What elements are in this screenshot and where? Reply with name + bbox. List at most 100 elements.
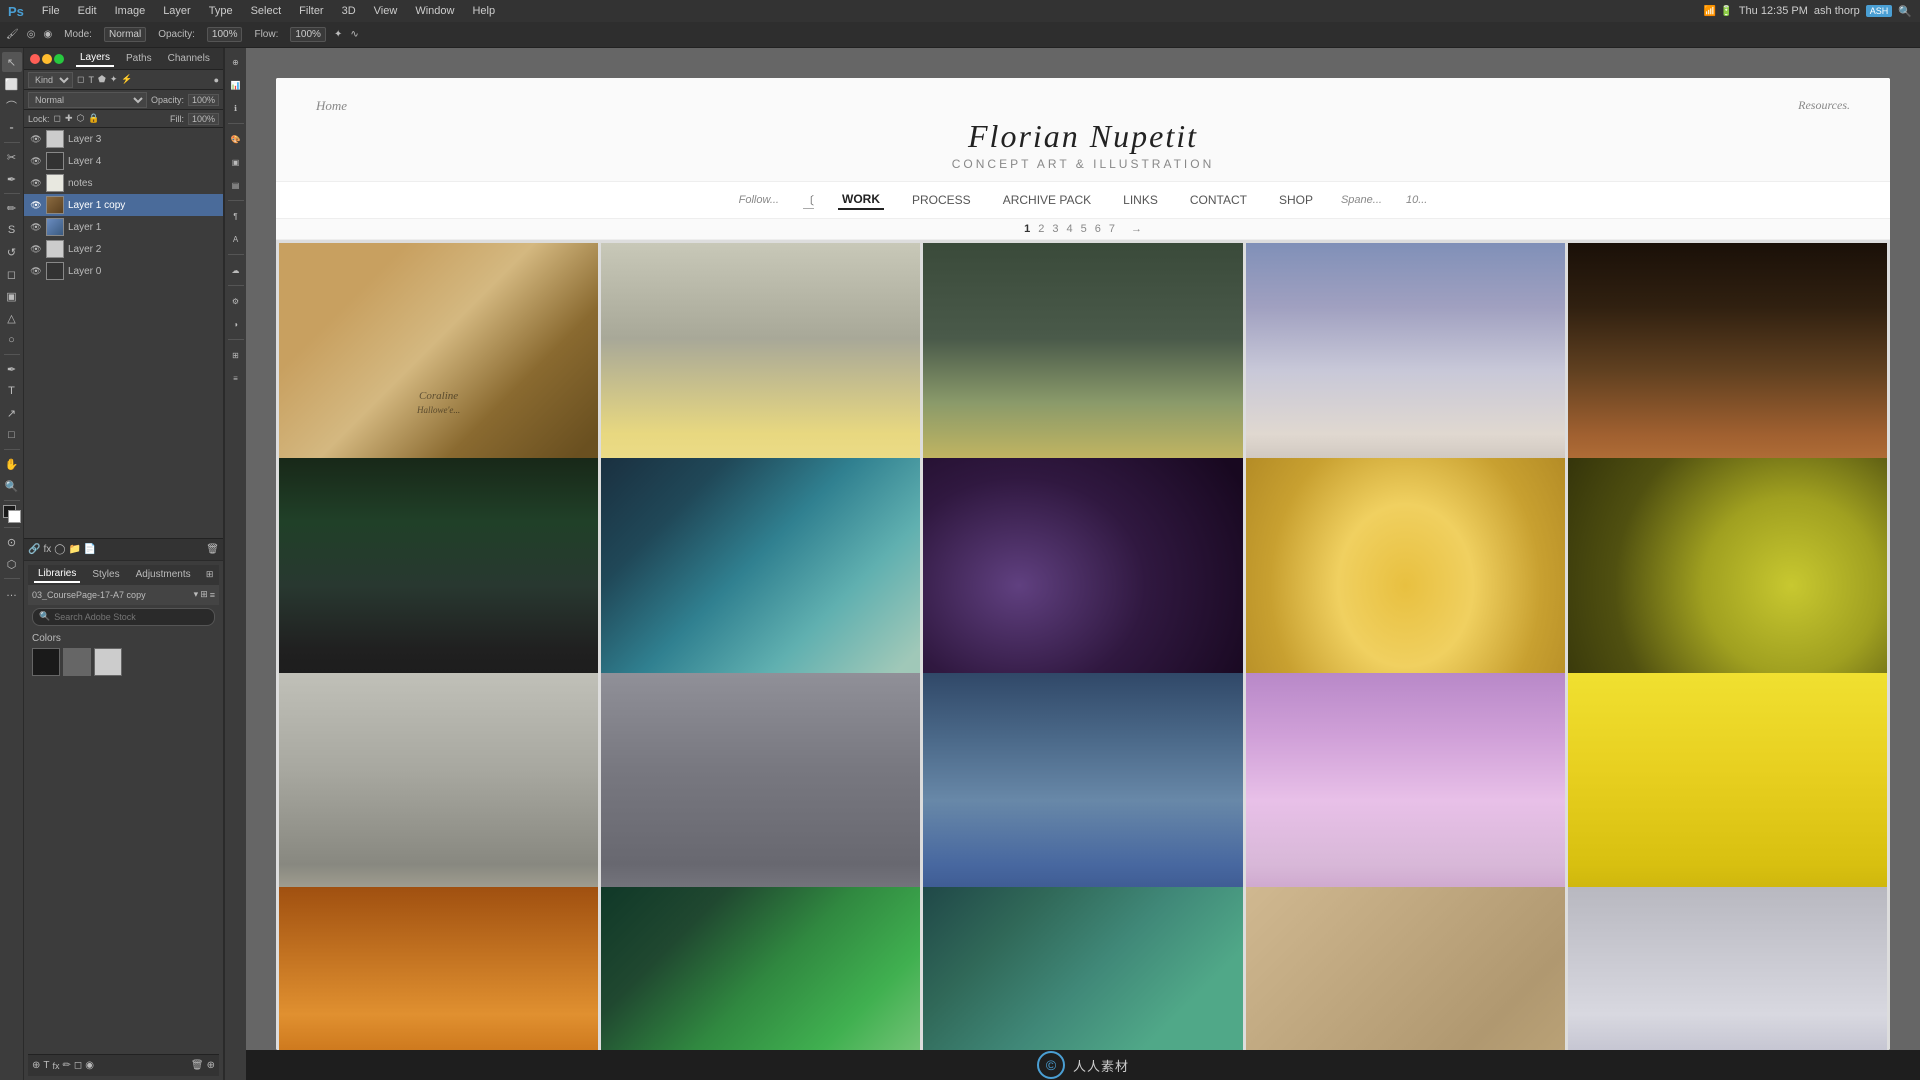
delete-layer-icon[interactable]: 🗑: [206, 544, 219, 555]
grid-image-green[interactable]: [601, 887, 920, 1050]
layers-panel-icon2[interactable]: ⊞: [226, 345, 246, 365]
move-tool[interactable]: ↖: [2, 52, 22, 72]
graphic-library-icon[interactable]: ◻: [74, 1060, 82, 1071]
filter-icon-pixel[interactable]: ◻: [77, 74, 84, 85]
add-style-icon[interactable]: fx: [43, 544, 51, 555]
add-library-icon[interactable]: ⊕: [32, 1060, 40, 1071]
page-num-3[interactable]: 3: [1052, 223, 1058, 235]
lock-pixels-icon[interactable]: ◻: [54, 113, 61, 124]
lock-artboard-icon[interactable]: ⬡: [77, 113, 85, 124]
page-num-6[interactable]: 6: [1095, 223, 1101, 235]
color-panel-icon[interactable]: 🎨: [226, 129, 246, 149]
filter-icon-type[interactable]: T: [88, 75, 94, 85]
lock-all-icon[interactable]: 🔒: [88, 113, 99, 124]
layer-item[interactable]: 👁 Layer 1: [24, 216, 223, 238]
lasso-tool[interactable]: ⌒: [2, 96, 22, 116]
layer-item[interactable]: 👁 Layer 0: [24, 260, 223, 282]
opacity-value[interactable]: 100%: [207, 27, 243, 42]
history-brush-tool[interactable]: ↺: [2, 242, 22, 262]
layer-visibility-icon[interactable]: 👁: [30, 133, 42, 145]
marquee-tool[interactable]: ⬜: [2, 74, 22, 94]
brush-tool[interactable]: ✏: [2, 198, 22, 218]
nav-process[interactable]: PROCESS: [908, 191, 975, 209]
tab-adjustments[interactable]: Adjustments: [132, 567, 195, 582]
color-library-icon[interactable]: ◉: [85, 1060, 94, 1071]
screen-mode-icon[interactable]: ⬡: [2, 554, 22, 574]
dodge-tool[interactable]: ○: [2, 330, 22, 350]
list-view-toggle-icon[interactable]: ≡: [210, 590, 215, 600]
search-icon[interactable]: 🔍: [1898, 5, 1912, 18]
pen-tool[interactable]: ✒: [2, 359, 22, 379]
swatches-panel-icon[interactable]: ▣: [226, 152, 246, 172]
quick-mask-icon[interactable]: ⊙: [2, 532, 22, 552]
channels-panel-icon[interactable]: ≡: [226, 368, 246, 388]
page-num-1[interactable]: 1: [1024, 223, 1030, 235]
nav-work[interactable]: WORK: [838, 190, 884, 210]
layer-visibility-icon[interactable]: 👁: [30, 155, 42, 167]
layer-item[interactable]: 👁 Layer 4: [24, 150, 223, 172]
fill-value-display[interactable]: 100%: [188, 113, 219, 125]
minimize-button[interactable]: [42, 54, 52, 64]
swatch-light[interactable]: [94, 648, 122, 676]
tab-styles[interactable]: Styles: [88, 567, 123, 582]
mode-select[interactable]: Normal: [104, 27, 146, 42]
menu-select[interactable]: Select: [243, 3, 290, 19]
flow-value[interactable]: 100%: [290, 27, 326, 42]
filter-icon-smart[interactable]: ✦: [110, 74, 118, 85]
menu-type[interactable]: Type: [201, 3, 241, 19]
layer-visibility-icon[interactable]: 👁: [30, 199, 42, 211]
filter-toggle[interactable]: ●: [214, 75, 219, 85]
eyedropper-tool[interactable]: ✒: [2, 169, 22, 189]
search-input[interactable]: [54, 612, 208, 622]
page-num-4[interactable]: 4: [1066, 223, 1072, 235]
swatch-black[interactable]: [32, 648, 60, 676]
brush-library-icon[interactable]: ✏: [63, 1060, 71, 1071]
brush-hardness-icon[interactable]: ◉: [43, 29, 52, 40]
link-layers-icon[interactable]: 🔗: [28, 544, 40, 555]
layer-visibility-icon[interactable]: 👁: [30, 177, 42, 189]
close-button[interactable]: [30, 54, 40, 64]
delete-library-icon[interactable]: 🗑: [191, 1060, 204, 1071]
gradient-panel-icon[interactable]: ▤: [226, 175, 246, 195]
menu-filter[interactable]: Filter: [291, 3, 331, 19]
blur-tool[interactable]: △: [2, 308, 22, 328]
zoom-tool[interactable]: 🔍: [2, 476, 22, 496]
grid-image-hand[interactable]: [1246, 887, 1565, 1050]
gradient-tool[interactable]: ▣: [2, 286, 22, 306]
blend-mode-select[interactable]: Normal: [28, 92, 147, 108]
page-num-7[interactable]: 7: [1109, 223, 1115, 235]
lock-position-icon[interactable]: ✚: [65, 113, 73, 124]
opacity-value-display[interactable]: 100%: [188, 94, 219, 106]
page-num-5[interactable]: 5: [1081, 223, 1087, 235]
page-num-2[interactable]: 2: [1038, 223, 1044, 235]
nav-contact[interactable]: CONTACT: [1186, 191, 1251, 209]
layer-kind-select[interactable]: Kind: [28, 72, 73, 88]
tab-layers[interactable]: Layers: [76, 50, 114, 67]
nav-links[interactable]: LINKS: [1119, 191, 1162, 209]
character-panel-icon[interactable]: A: [226, 229, 246, 249]
grid-image-mist[interactable]: [1568, 887, 1887, 1050]
filter-icon-effect[interactable]: ⚡: [121, 74, 132, 85]
histogram-panel-icon[interactable]: 📊: [226, 75, 246, 95]
nav-archive[interactable]: ARCHIVE PACK: [999, 191, 1095, 209]
paragraph-panel-icon[interactable]: ¶: [226, 206, 246, 226]
next-page-arrow[interactable]: →: [1131, 223, 1142, 235]
quick-select-tool[interactable]: ⁃: [2, 118, 22, 138]
airbrush-icon[interactable]: ✦: [334, 29, 342, 40]
tab-libraries[interactable]: Libraries: [34, 566, 80, 583]
brush-size-icon[interactable]: ◎: [27, 29, 36, 40]
new-group-icon[interactable]: 📁: [68, 544, 80, 555]
layer-item-selected[interactable]: 👁 Layer 1 copy: [24, 194, 223, 216]
text-style-icon[interactable]: T: [43, 1060, 49, 1071]
clone-stamp-tool[interactable]: S: [2, 220, 22, 240]
hand-tool[interactable]: ✋: [2, 454, 22, 474]
layer-visibility-icon[interactable]: 👁: [30, 221, 42, 233]
info-panel-icon[interactable]: ℹ: [226, 98, 246, 118]
swatch-gray[interactable]: [63, 648, 91, 676]
menu-file[interactable]: File: [34, 3, 68, 19]
layer-item[interactable]: 👁 notes: [24, 172, 223, 194]
char-style-icon[interactable]: fx: [53, 1061, 60, 1071]
grid-image-robot[interactable]: [923, 887, 1242, 1050]
menu-edit[interactable]: Edit: [70, 3, 105, 19]
adjustments-panel-icon[interactable]: ◑: [226, 314, 246, 334]
